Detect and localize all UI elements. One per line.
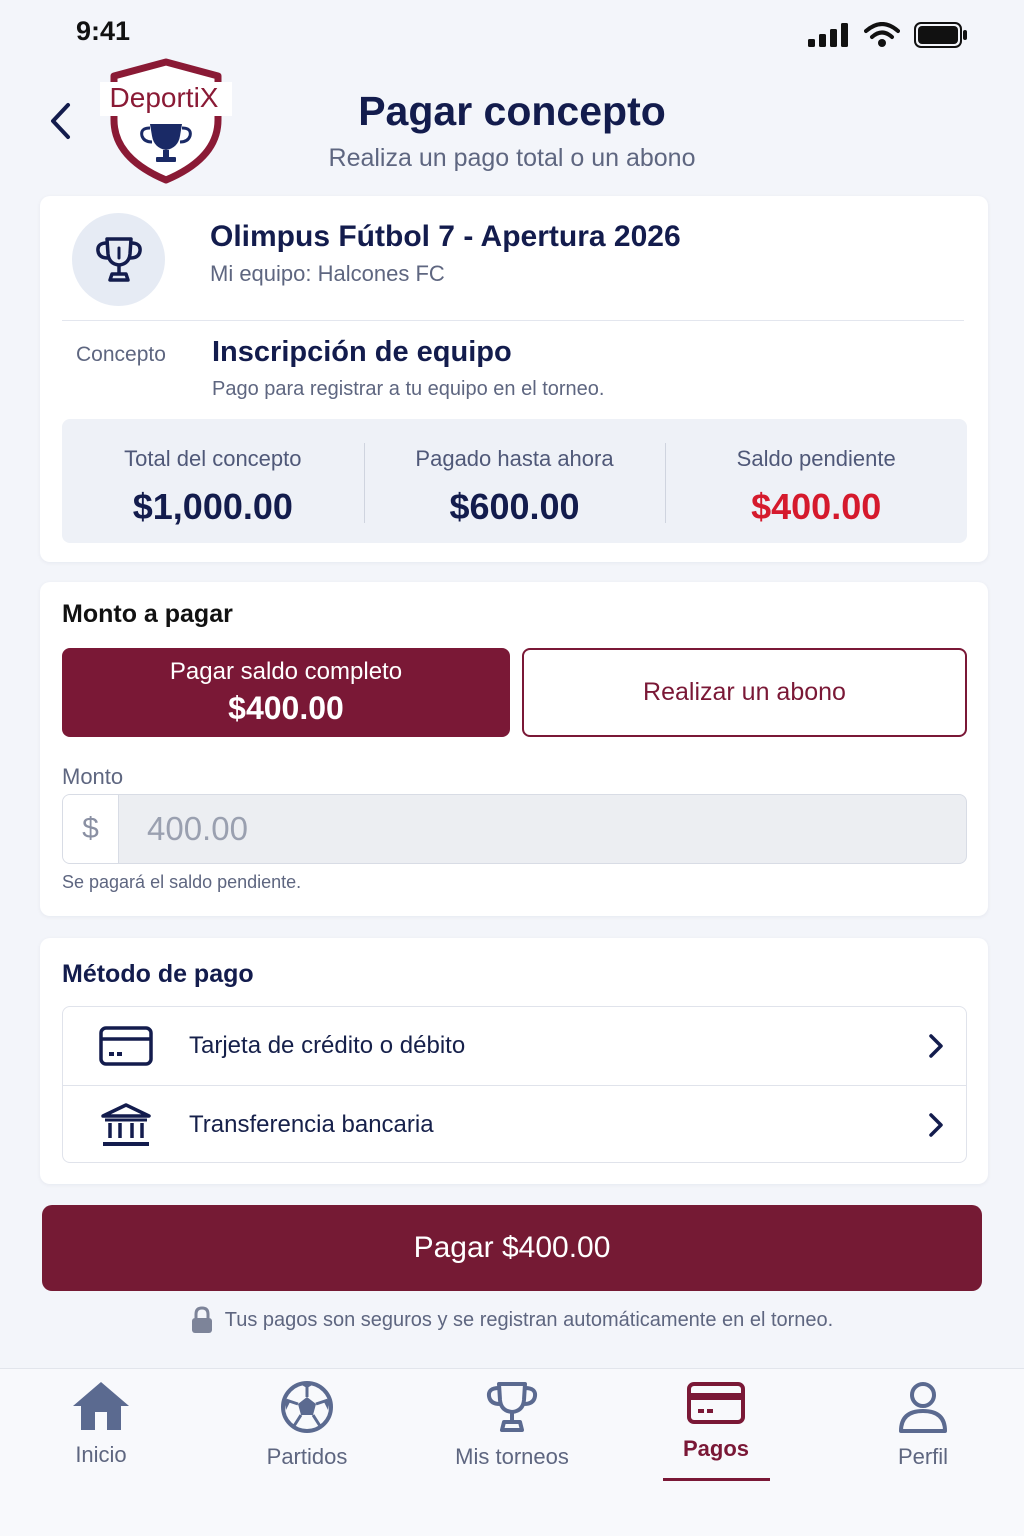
amount-field-label: Monto [62, 764, 124, 789]
amount-input[interactable] [119, 795, 966, 863]
concept-description: Pago para registrar a tu equipo en el to… [212, 378, 605, 400]
pay-full-label: Pagar saldo completo [169, 658, 403, 685]
summary-value: $600.00 [449, 486, 580, 527]
chevron-right-icon [929, 1034, 943, 1058]
tab-label: Mis torneos [455, 1444, 569, 1469]
concept-name: Inscripción de equipo [212, 336, 512, 368]
tournament-name: Olimpus Fútbol 7 - Apertura 2026 [210, 220, 681, 253]
lock-icon [191, 1306, 212, 1333]
bank-icon [101, 1102, 151, 1146]
trophy-icon [486, 1382, 538, 1432]
secure-note-text: Tus pagos son seguros y se registran aut… [224, 1308, 834, 1331]
secure-note: Tus pagos son seguros y se registran aut… [0, 1306, 1024, 1334]
team-name: Mi equipo: Halcones FC [210, 261, 445, 286]
tab-label: Perfil [897, 1444, 949, 1469]
tab-partidos[interactable]: Partidos [227, 1380, 387, 1470]
tab-pagos[interactable]: Pagos [636, 1380, 796, 1462]
credit-card-icon [687, 1382, 745, 1424]
amount-hint: Se pagará el saldo pendiente. [62, 872, 302, 892]
summary-pending: Saldo pendiente $400.00 [665, 419, 967, 543]
payment-summary: Total del concepto $1,000.00 Pagado hast… [62, 419, 967, 543]
signal-icon [808, 23, 848, 47]
summary-total: Total del concepto $1,000.00 [62, 419, 364, 543]
amount-section-title: Monto a pagar [62, 600, 233, 628]
tournament-avatar [72, 213, 165, 306]
status-time: 9:41 [76, 16, 131, 46]
payment-method-card-option[interactable]: Tarjeta de crédito o débito [63, 1007, 966, 1085]
page-title: Pagar concepto [358, 88, 666, 134]
home-icon [73, 1382, 129, 1430]
user-icon [899, 1382, 947, 1433]
payment-method-label: Tarjeta de crédito o débito [189, 1032, 466, 1059]
amount-field: $ [62, 794, 967, 864]
tab-label: Inicio [75, 1442, 127, 1467]
pay-full-amount: $400.00 [228, 690, 344, 726]
summary-label: Saldo pendiente [736, 446, 896, 471]
summary-paid: Pagado hasta ahora $600.00 [363, 419, 666, 543]
currency-prefix: $ [63, 795, 119, 863]
chevron-right-icon [929, 1113, 943, 1137]
summary-value-pending: $400.00 [751, 486, 882, 527]
tab-inicio[interactable]: Inicio [21, 1380, 181, 1468]
battery-icon [914, 22, 967, 48]
tab-label: Pagos [682, 1436, 750, 1461]
summary-label: Total del concepto [124, 446, 302, 471]
amount-card [40, 582, 988, 916]
payment-method-list: Tarjeta de crédito o débito Transferenci… [62, 1006, 967, 1163]
payment-method-label: Transferencia bancaria [189, 1110, 434, 1138]
summary-label: Pagado hasta ahora [415, 446, 614, 471]
soccer-ball-icon [281, 1381, 333, 1433]
divider [62, 320, 964, 321]
partial-payment-button[interactable]: Realizar un abono [522, 648, 967, 737]
tab-perfil[interactable]: Perfil [843, 1380, 1003, 1470]
payment-method-transfer-option[interactable]: Transferencia bancaria [63, 1085, 966, 1162]
concept-label: Concepto [76, 343, 166, 366]
active-tab-indicator [663, 1478, 770, 1481]
tab-mis-torneos[interactable]: Mis torneos [432, 1380, 592, 1470]
credit-card-icon [99, 1026, 153, 1066]
pay-button[interactable]: Pagar $400.00 [42, 1205, 982, 1291]
page-subtitle: Realiza un pago total o un abono [328, 144, 696, 172]
payment-method-title: Método de pago [62, 960, 254, 988]
summary-value: $1,000.00 [132, 486, 293, 527]
trophy-icon [95, 236, 142, 282]
wifi-icon [864, 22, 900, 47]
tab-label: Partidos [266, 1444, 348, 1469]
pay-full-balance-button[interactable]: Pagar saldo completo $400.00 [62, 648, 510, 737]
status-icons [808, 22, 968, 48]
